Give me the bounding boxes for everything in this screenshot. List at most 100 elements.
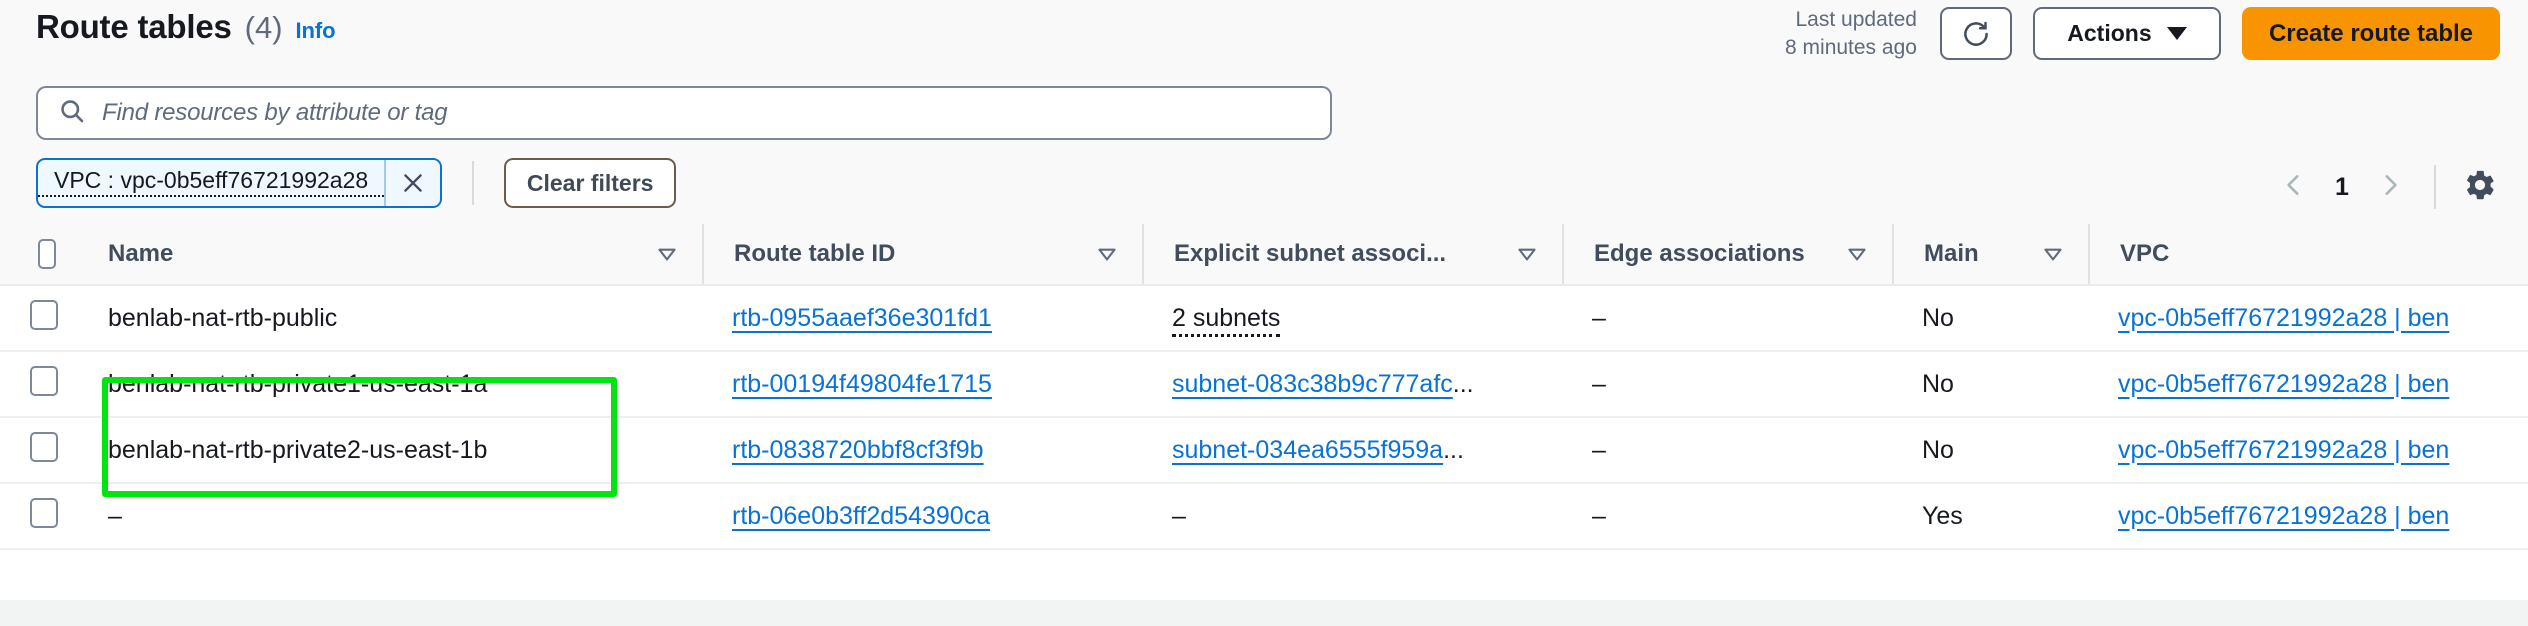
truncation-ellipsis: ... bbox=[1443, 435, 1464, 464]
column-header-edge-associations[interactable]: Edge associations bbox=[1562, 224, 1892, 286]
table-row[interactable]: benlab-nat-rtb-private2-us-east-1b rtb-0… bbox=[0, 417, 2528, 484]
column-header-vpc-label: VPC bbox=[2120, 240, 2170, 267]
cell-main: No bbox=[1892, 417, 2088, 484]
table-header-row: Name Route table ID Explicit subnet asso… bbox=[0, 224, 2528, 286]
select-all-checkbox[interactable] bbox=[38, 239, 56, 269]
info-link[interactable]: Info bbox=[296, 18, 336, 44]
chevron-left-icon bbox=[2281, 170, 2307, 205]
cell-vpc: vpc-0b5eff76721992a28 | ben bbox=[2088, 351, 2528, 418]
table-row[interactable]: – rtb-06e0b3ff2d54390ca – – Yes vpc-0b5e… bbox=[0, 483, 2528, 550]
sort-icon bbox=[1844, 241, 1870, 267]
column-header-vpc[interactable]: VPC bbox=[2088, 224, 2528, 286]
pagination-page-1[interactable]: 1 bbox=[2318, 173, 2366, 202]
table-row[interactable]: benlab-nat-rtb-private1-us-east-1a rtb-0… bbox=[0, 351, 2528, 418]
cell-edge-associations: – bbox=[1562, 417, 1892, 484]
route-tables-table: Name Route table ID Explicit subnet asso… bbox=[0, 224, 2528, 550]
cell-route-table-id: rtb-0838720bbf8cf3f9b bbox=[702, 417, 1142, 484]
pagination-next-button[interactable] bbox=[2366, 166, 2414, 208]
route-table-id-link[interactable]: rtb-06e0b3ff2d54390ca bbox=[732, 502, 990, 530]
column-header-main-label: Main bbox=[1924, 240, 1979, 267]
create-route-table-label: Create route table bbox=[2268, 19, 2473, 47]
cell-explicit-subnet: subnet-034ea6555f959a... bbox=[1142, 417, 1562, 484]
column-header-name[interactable]: Name bbox=[78, 224, 702, 286]
column-header-route-table-id[interactable]: Route table ID bbox=[702, 224, 1142, 286]
cell-name: benlab-nat-rtb-private1-us-east-1a bbox=[78, 351, 702, 418]
preferences-button[interactable] bbox=[2456, 164, 2504, 210]
sort-icon bbox=[654, 241, 680, 267]
page-title-text: Route tables bbox=[36, 8, 232, 45]
page-title: Route tables (4) Info bbox=[36, 8, 336, 46]
cell-edge-associations: – bbox=[1562, 483, 1892, 550]
route-table-id-link[interactable]: rtb-0838720bbf8cf3f9b bbox=[732, 436, 984, 464]
cell-main: Yes bbox=[1892, 483, 2088, 550]
search-input[interactable]: Find resources by attribute or tag bbox=[36, 86, 1332, 140]
close-icon[interactable] bbox=[384, 160, 441, 206]
cell-route-table-id: rtb-00194f49804fe1715 bbox=[702, 351, 1142, 418]
cell-explicit-subnet: 2 subnets bbox=[1142, 285, 1562, 352]
cell-edge-associations: – bbox=[1562, 351, 1892, 418]
cell-main: No bbox=[1892, 351, 2088, 418]
cell-route-table-id: rtb-0955aaef36e301fd1 bbox=[702, 285, 1142, 352]
cell-explicit-subnet: subnet-083c38b9c777afc... bbox=[1142, 351, 1562, 418]
row-select-cell bbox=[0, 483, 78, 550]
column-header-name-label: Name bbox=[108, 240, 174, 267]
vpc-link[interactable]: vpc-0b5eff76721992a28 | ben bbox=[2118, 502, 2449, 530]
chevron-right-icon bbox=[2377, 170, 2403, 205]
cell-name: – bbox=[78, 483, 702, 550]
sort-icon bbox=[1094, 241, 1120, 267]
pagination-divider bbox=[2434, 165, 2436, 209]
subnet-link[interactable]: subnet-083c38b9c777afc bbox=[1172, 370, 1453, 398]
route-table-id-link[interactable]: rtb-00194f49804fe1715 bbox=[732, 370, 992, 398]
row-checkbox[interactable] bbox=[30, 365, 58, 396]
row-select-cell bbox=[0, 351, 78, 418]
column-header-explicit-subnet-associations[interactable]: Explicit subnet associ... bbox=[1142, 224, 1562, 286]
sort-icon bbox=[1514, 241, 1540, 267]
row-checkbox[interactable] bbox=[30, 299, 58, 330]
vpc-link[interactable]: vpc-0b5eff76721992a28 | ben bbox=[2118, 370, 2449, 398]
last-updated-label: Last updated bbox=[1795, 8, 1917, 31]
actions-label: Actions bbox=[2067, 20, 2152, 47]
filter-token-vpc[interactable]: VPC : vpc-0b5eff76721992a28 bbox=[36, 158, 443, 208]
filter-row: VPC : vpc-0b5eff76721992a28 Clear filter… bbox=[36, 158, 677, 208]
filter-token-label: VPC : vpc-0b5eff76721992a28 bbox=[38, 166, 385, 197]
clear-filters-button[interactable]: Clear filters bbox=[504, 158, 677, 208]
column-header-main[interactable]: Main bbox=[1892, 224, 2088, 286]
row-checkbox[interactable] bbox=[30, 431, 58, 462]
cell-name: benlab-nat-rtb-private2-us-east-1b bbox=[78, 417, 702, 484]
resource-count: (4) bbox=[244, 10, 283, 45]
last-updated-time: 8 minutes ago bbox=[1785, 35, 1917, 59]
column-header-edge-associations-label: Edge associations bbox=[1594, 240, 1805, 267]
column-header-explicit-subnet-label: Explicit subnet associ... bbox=[1174, 240, 1447, 267]
clear-filters-label: Clear filters bbox=[526, 169, 654, 196]
row-checkbox[interactable] bbox=[30, 497, 58, 528]
filter-divider bbox=[472, 161, 475, 205]
cell-name: benlab-nat-rtb-public bbox=[78, 285, 702, 352]
vpc-link[interactable]: vpc-0b5eff76721992a28 | ben bbox=[2118, 436, 2449, 464]
cell-explicit-subnet: – bbox=[1142, 483, 1562, 550]
route-table-id-link[interactable]: rtb-0955aaef36e301fd1 bbox=[732, 304, 992, 332]
refresh-button[interactable] bbox=[1939, 7, 2012, 61]
row-select-cell bbox=[0, 417, 78, 484]
subnet-count-popover[interactable]: 2 subnets bbox=[1172, 303, 1281, 337]
gear-icon bbox=[2463, 168, 2497, 207]
truncation-ellipsis: ... bbox=[1452, 369, 1474, 398]
actions-button[interactable]: Actions bbox=[2032, 7, 2221, 61]
create-route-table-button[interactable]: Create route table bbox=[2241, 7, 2500, 61]
cell-vpc: vpc-0b5eff76721992a28 | ben bbox=[2088, 483, 2528, 550]
cell-edge-associations: – bbox=[1562, 285, 1892, 352]
last-updated: Last updated 8 minutes ago bbox=[1785, 6, 1919, 62]
search-icon bbox=[58, 97, 86, 130]
row-select-cell bbox=[0, 285, 78, 352]
vpc-link[interactable]: vpc-0b5eff76721992a28 | ben bbox=[2118, 304, 2449, 332]
table-row[interactable]: benlab-nat-rtb-public rtb-0955aaef36e301… bbox=[0, 285, 2528, 352]
cell-route-table-id: rtb-06e0b3ff2d54390ca bbox=[702, 483, 1142, 550]
footer-band bbox=[0, 600, 2528, 626]
pagination: 1 bbox=[2270, 164, 2504, 210]
refresh-icon bbox=[1961, 19, 1991, 49]
pagination-prev-button[interactable] bbox=[2270, 166, 2318, 208]
header-actions: Last updated 8 minutes ago Actions Creat… bbox=[1785, 6, 2500, 62]
search-placeholder-text: Find resources by attribute or tag bbox=[102, 99, 448, 126]
cell-main: No bbox=[1892, 285, 2088, 352]
chevron-down-icon bbox=[2166, 27, 2187, 41]
subnet-link[interactable]: subnet-034ea6555f959a bbox=[1172, 436, 1443, 464]
